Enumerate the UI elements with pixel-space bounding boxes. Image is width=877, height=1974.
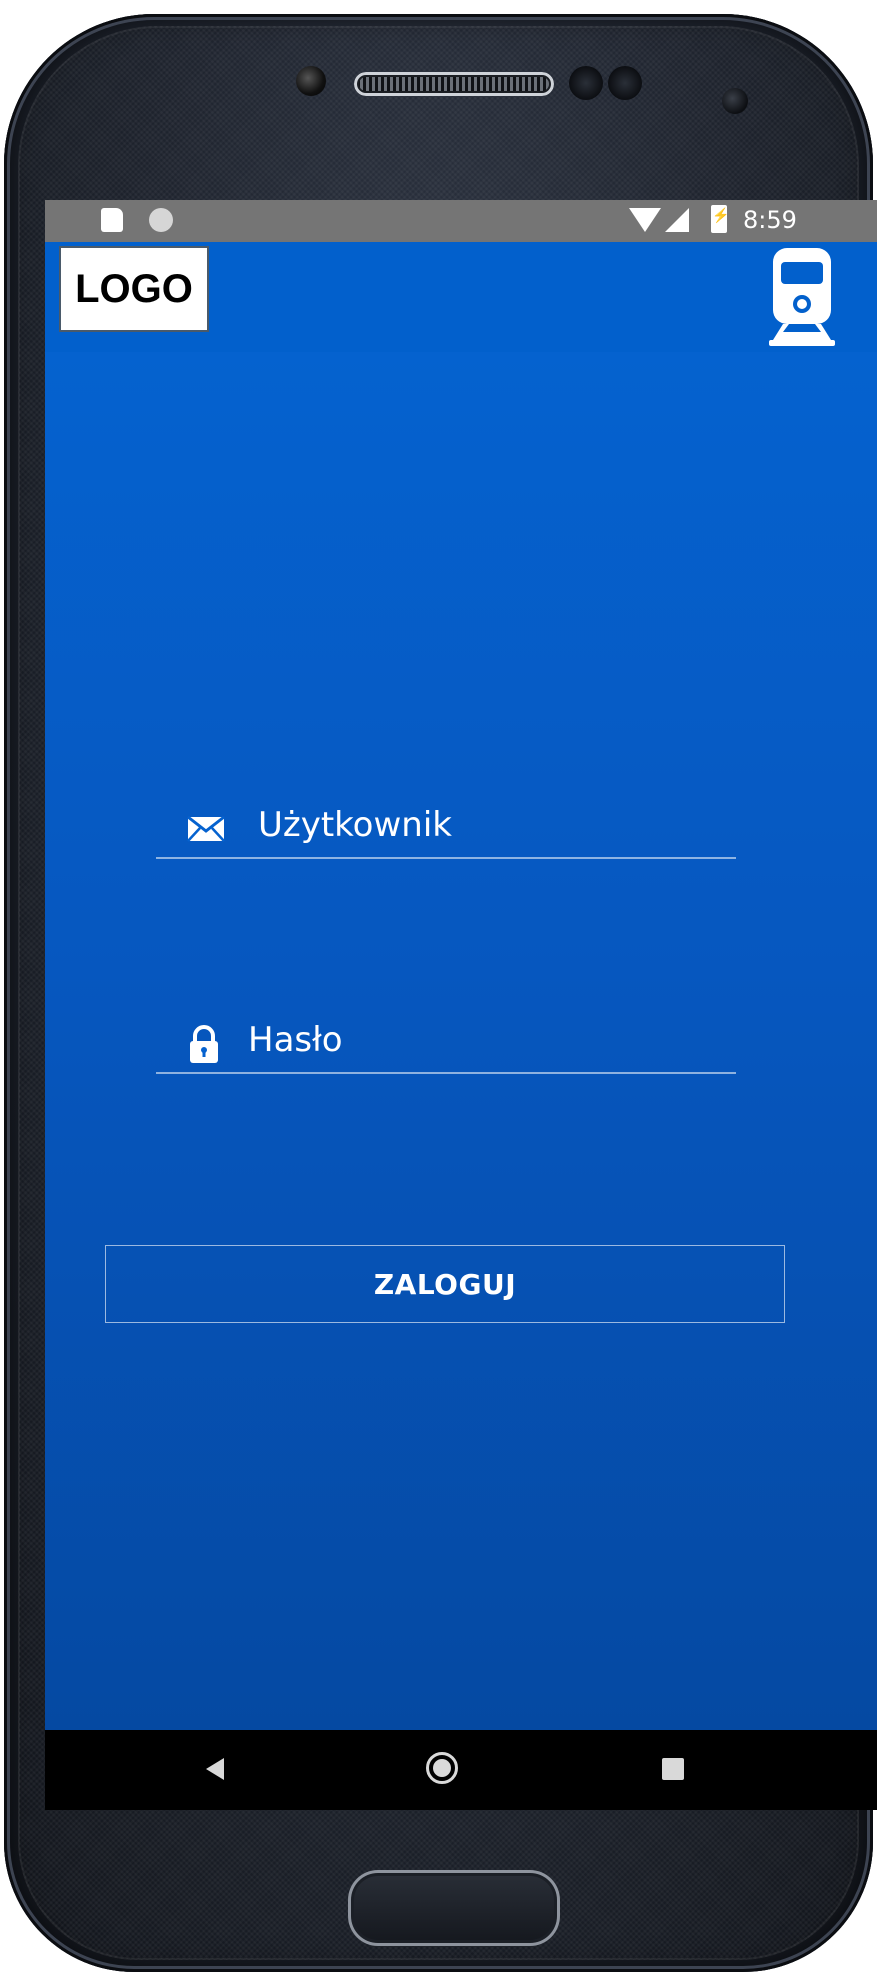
back-icon[interactable] [206,1758,224,1780]
app-bar: LOGO [45,242,877,352]
home-icon[interactable] [426,1752,458,1784]
train-icon[interactable] [767,244,837,348]
password-field[interactable]: Hasło [156,1012,736,1074]
front-camera [296,66,326,96]
recent-apps-icon[interactable] [662,1758,684,1780]
front-sensor [722,88,748,114]
phone-screen: 8:59 LOGO Użytkownik [45,200,877,1810]
earpiece-speaker [354,72,554,96]
notification-dot-icon [149,208,173,232]
status-time: 8:59 [743,206,797,234]
navigation-bar [45,1730,877,1810]
mail-icon [187,815,225,842]
login-button-label: ZALOGUJ [373,1267,517,1301]
username-field[interactable]: Użytkownik [156,797,736,859]
status-bar: 8:59 [45,200,877,242]
proximity-sensor [569,66,603,100]
username-placeholder: Użytkownik [258,805,452,845]
light-sensor [608,66,642,100]
logo: LOGO [59,246,209,332]
cellular-signal-icon [665,208,689,232]
hardware-home-button[interactable] [348,1870,560,1946]
lock-icon [190,1025,218,1063]
login-button[interactable]: ZALOGUJ [105,1245,785,1323]
battery-charging-icon [711,205,729,233]
wifi-icon [629,208,661,232]
logo-text: LOGO [75,266,193,311]
login-content: Użytkownik Hasło ZALOGUJ [45,352,877,1730]
password-placeholder: Hasło [248,1020,343,1060]
sd-card-icon [101,208,123,232]
